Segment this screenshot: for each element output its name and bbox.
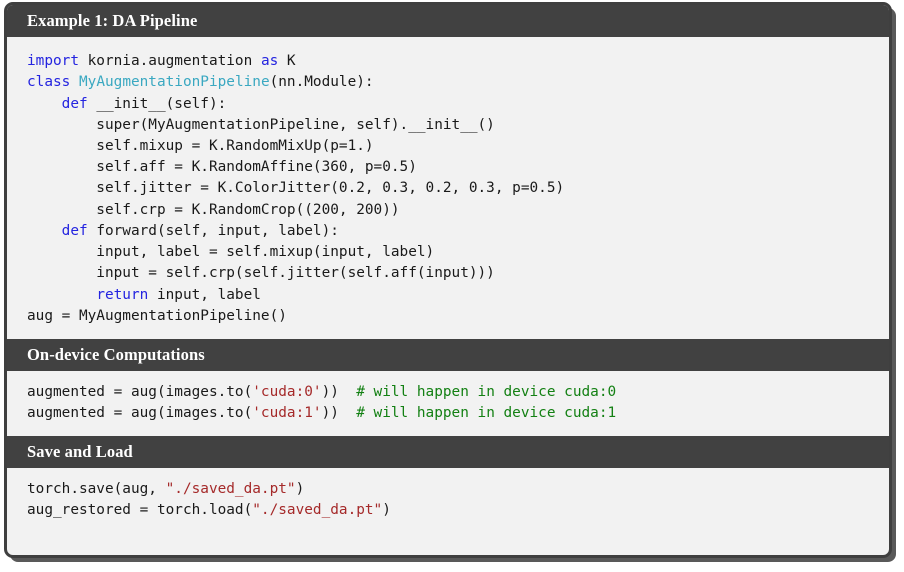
code-token: ) — [296, 481, 305, 497]
code-line: def __init__(self): — [27, 96, 226, 112]
code-token: augmented = aug(images.to( — [27, 405, 252, 421]
code-listing-frame: Example 1: DA Pipeline import kornia.augm… — [4, 2, 892, 558]
code-token: input, label = self.mixup(input, label) — [27, 244, 434, 260]
code-token: 'cuda:1' — [252, 405, 321, 421]
code-token: kornia.augmentation — [79, 53, 261, 69]
code-pane: torch.save(aug, "./saved_da.pt") aug_res… — [7, 468, 889, 532]
code-block: import kornia.augmentation as K class My… — [27, 51, 889, 327]
code-token: # will happen in device cuda:1 — [356, 405, 616, 421]
code-token: def — [62, 223, 88, 239]
code-token: (nn.Module): — [270, 74, 374, 90]
code-line: self.jitter = K.ColorJitter(0.2, 0.3, 0.… — [27, 180, 564, 196]
listing-sections: Example 1: DA Pipeline import kornia.augm… — [7, 5, 889, 532]
code-token: super(MyAugmentationPipeline, self).__in… — [27, 117, 495, 133]
code-line: augmented = aug(images.to('cuda:0')) # w… — [27, 384, 616, 400]
code-token: 'cuda:0' — [252, 384, 321, 400]
code-pane: import kornia.augmentation as K class My… — [7, 37, 889, 339]
code-token: )) — [322, 384, 357, 400]
code-line: input, label = self.mixup(input, label) — [27, 244, 434, 260]
code-pane: augmented = aug(images.to('cuda:0')) # w… — [7, 371, 889, 435]
code-line: aug = MyAugmentationPipeline() — [27, 308, 287, 324]
code-token: )) — [322, 405, 357, 421]
code-token: return — [96, 287, 148, 303]
code-token: aug = MyAugmentationPipeline() — [27, 308, 287, 324]
code-line: self.mixup = K.RandomMixUp(p=1.) — [27, 138, 374, 154]
code-line: augmented = aug(images.to('cuda:1')) # w… — [27, 405, 616, 421]
code-token: def — [62, 96, 88, 112]
code-token: "./saved_da.pt" — [166, 481, 296, 497]
code-token: as — [261, 53, 278, 69]
section-caption: Example 1: DA Pipeline — [7, 5, 889, 37]
code-token: __init__(self): — [88, 96, 227, 112]
code-token: self.crp = K.RandomCrop((200, 200)) — [27, 202, 400, 218]
code-token: K — [278, 53, 295, 69]
code-token: class — [27, 74, 70, 90]
code-line: import kornia.augmentation as K — [27, 53, 296, 69]
code-block: torch.save(aug, "./saved_da.pt") aug_res… — [27, 479, 889, 521]
code-token: import — [27, 53, 79, 69]
code-line: input = self.crp(self.jitter(self.aff(in… — [27, 265, 495, 281]
code-block: augmented = aug(images.to('cuda:0')) # w… — [27, 382, 889, 424]
code-line: self.aff = K.RandomAffine(360, p=0.5) — [27, 159, 417, 175]
code-line: self.crp = K.RandomCrop((200, 200)) — [27, 202, 400, 218]
code-token: self.jitter = K.ColorJitter(0.2, 0.3, 0.… — [27, 180, 564, 196]
code-line: return input, label — [27, 287, 261, 303]
code-token — [70, 74, 79, 90]
code-token: torch.save(aug, — [27, 481, 166, 497]
code-token — [27, 287, 96, 303]
code-token: # will happen in device cuda:0 — [356, 384, 616, 400]
code-token — [27, 223, 62, 239]
code-token: augmented = aug(images.to( — [27, 384, 252, 400]
code-token: input, label — [148, 287, 261, 303]
code-line: def forward(self, input, label): — [27, 223, 339, 239]
code-token: forward(self, input, label): — [88, 223, 339, 239]
code-line: aug_restored = torch.load("./saved_da.pt… — [27, 502, 391, 518]
code-token: "./saved_da.pt" — [252, 502, 382, 518]
section-caption: On-device Computations — [7, 339, 889, 371]
code-token — [27, 96, 62, 112]
code-line: super(MyAugmentationPipeline, self).__in… — [27, 117, 495, 133]
code-token: self.aff = K.RandomAffine(360, p=0.5) — [27, 159, 417, 175]
section-caption: Save and Load — [7, 436, 889, 468]
code-token: self.mixup = K.RandomMixUp(p=1.) — [27, 138, 374, 154]
code-token: input = self.crp(self.jitter(self.aff(in… — [27, 265, 495, 281]
code-line: torch.save(aug, "./saved_da.pt") — [27, 481, 304, 497]
code-token: aug_restored = torch.load( — [27, 502, 252, 518]
code-token: MyAugmentationPipeline — [79, 74, 270, 90]
code-line: class MyAugmentationPipeline(nn.Module): — [27, 74, 374, 90]
code-token: ) — [382, 502, 391, 518]
